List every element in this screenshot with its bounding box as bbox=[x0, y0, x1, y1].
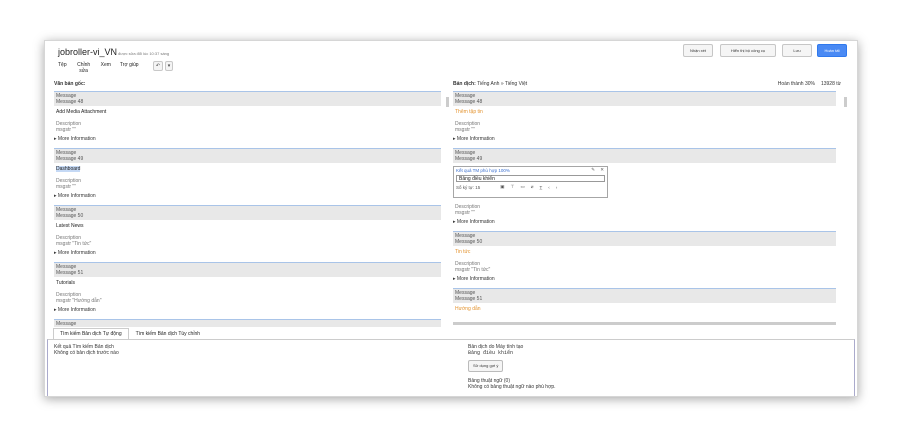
more-info-toggle[interactable]: ▸ More Information bbox=[54, 304, 441, 319]
mt-value: Bảng điều khiển bbox=[468, 350, 514, 356]
translation-text[interactable]: Tin tức bbox=[453, 247, 836, 255]
target-heading-wrap: Bản dịch: Tiếng Anh » Tiếng Việt bbox=[453, 81, 527, 87]
menu-view[interactable]: Xem bbox=[101, 62, 111, 74]
source-scrollbar[interactable] bbox=[446, 97, 449, 107]
machine-translation: Bản dịch do Máy tính tạo Bảng điều khiển… bbox=[468, 344, 556, 390]
message-bar: Message Message 50 bbox=[453, 231, 836, 246]
description: Description msgstr "Hướng dẫn" bbox=[56, 292, 102, 304]
source-text[interactable]: Tutorials bbox=[54, 278, 441, 286]
comment-icon[interactable]: ▣ bbox=[500, 184, 504, 190]
message-bar: Message Message 52 bbox=[54, 319, 441, 327]
tab-auto-search[interactable]: Tìm kiếm Bản dịch Tự động bbox=[53, 328, 129, 339]
description: Description msgstr "Tin tức" bbox=[56, 235, 92, 247]
progress-meta: Hoàn thành 30% 13928 từ bbox=[778, 81, 841, 87]
menu-bar: Tệp Chỉnh sửa Xem Trợ giúp bbox=[58, 62, 139, 74]
language-pair: Tiếng Anh » Tiếng Việt bbox=[477, 81, 528, 87]
target-item-active: Message Message 49 Kết quả TM phù hợp 10… bbox=[453, 148, 836, 231]
document-title[interactable]: jobroller-vi_VN bbox=[58, 47, 117, 57]
message-bar: Message Message 50 bbox=[54, 205, 441, 220]
translation-text[interactable]: Thêm tập tin bbox=[453, 107, 836, 115]
target-item: Message Message 51 Hướng dẫn bbox=[453, 288, 836, 312]
attach-icon[interactable]: ⌀ bbox=[531, 184, 534, 190]
target-item: Message Message 48 Thêm tập tin Descript… bbox=[453, 91, 836, 148]
description: Description msgstr "" bbox=[455, 204, 481, 216]
target-panel[interactable]: Message Message 48 Thêm tập tin Descript… bbox=[453, 91, 836, 327]
prev-icon[interactable]: ‹ bbox=[548, 185, 550, 190]
editor-toolbar: Số ký tự: 15 ▣ ⊤ ▭ ⌀ T̲ ‹ › bbox=[454, 182, 607, 192]
message-bar: Message Message 51 bbox=[54, 262, 441, 277]
finish-button[interactable]: Hoàn tất bbox=[817, 44, 847, 57]
search-tabs: Tìm kiếm Bản dịch Tự động Tìm kiếm Bản d… bbox=[53, 328, 857, 339]
more-info-toggle[interactable]: ▸ More Information bbox=[54, 247, 441, 262]
description: Description msgstr "" bbox=[56, 178, 82, 190]
source-text[interactable]: Latest News bbox=[54, 221, 441, 229]
source-text-selected[interactable]: Dashboard bbox=[54, 164, 441, 172]
target-scrollbar[interactable] bbox=[844, 97, 847, 107]
use-suggestion-button[interactable]: Sử dụng gợi ý bbox=[468, 360, 504, 372]
next-icon[interactable]: › bbox=[556, 185, 558, 190]
target-item: Message Message 50 Tin tức Description m… bbox=[453, 231, 836, 288]
more-info-toggle[interactable]: ▸ More Information bbox=[54, 190, 441, 205]
pin-icon[interactable]: ✎ bbox=[591, 167, 595, 173]
progress-text: Hoàn thành 30% bbox=[777, 81, 815, 87]
saved-note: được sửa đổi lúc 10:37 sáng bbox=[118, 51, 170, 56]
tag-icon[interactable]: ▭ bbox=[520, 184, 524, 190]
char-count: Số ký tự: 15 bbox=[456, 184, 481, 190]
translation-input[interactable]: Bảng điều khiển bbox=[456, 175, 605, 182]
description: Description msgstr "Tin tức" bbox=[455, 261, 491, 273]
filter-icon[interactable]: ⊤ bbox=[511, 184, 515, 190]
search-area: Tìm kiếm Bản dịch Tự động Tìm kiếm Bản d… bbox=[45, 328, 857, 396]
no-prior-text: Không có bản dịch trước nào bbox=[54, 350, 119, 356]
show-toolkit-button[interactable]: Hiển thị bộ công cụ bbox=[720, 44, 776, 57]
tm-match-label: Kết quả TM phù hợp 100% bbox=[456, 168, 510, 173]
comment-button[interactable]: Nhận xét bbox=[683, 44, 713, 57]
source-item: Message Message 49 Dashboard Description… bbox=[54, 148, 441, 205]
source-item: Message Message 52 bbox=[54, 319, 441, 327]
target-heading: Bản dịch: bbox=[453, 81, 476, 87]
message-bar: Message Message 49 bbox=[453, 148, 836, 163]
more-dropdown[interactable]: ▾ bbox=[165, 61, 173, 71]
search-content: Kết quả Tìm kiếm Bản dịch Không có bản d… bbox=[47, 339, 855, 396]
message-bar: Message Message 51 bbox=[453, 288, 836, 303]
source-panel[interactable]: Message Message 48 Add Media Attachment … bbox=[54, 91, 441, 327]
source-item: Message Message 48 Add Media Attachment … bbox=[54, 91, 441, 148]
menu-file[interactable]: Tệp bbox=[58, 62, 67, 74]
app-window: jobroller-vi_VN được sửa đổi lúc 10:37 s… bbox=[44, 40, 858, 397]
app-header: jobroller-vi_VN được sửa đổi lúc 10:37 s… bbox=[45, 41, 857, 79]
translation-text[interactable]: Hướng dẫn bbox=[453, 304, 836, 312]
source-item: Message Message 51 Tutorials Description… bbox=[54, 262, 441, 319]
translation-editor: Kết quả TM phù hợp 100% ✎ ✕ Bảng điều kh… bbox=[453, 166, 608, 198]
menu-edit[interactable]: Chỉnh sửa bbox=[76, 62, 92, 74]
chevron-down-icon: ▾ bbox=[167, 63, 171, 69]
word-count: 13928 từ bbox=[820, 81, 841, 87]
message-bar: Message Message 49 bbox=[54, 148, 441, 163]
undo-button[interactable]: ↶ bbox=[153, 61, 163, 71]
tab-custom-search[interactable]: Tìm kiếm Bản dịch Tùy chỉnh bbox=[129, 328, 207, 339]
description: Description msgstr "" bbox=[455, 121, 481, 133]
save-button[interactable]: Lưu bbox=[782, 44, 812, 57]
horizontal-scrollbar[interactable] bbox=[453, 322, 836, 325]
undo-icon: ↶ bbox=[155, 63, 161, 69]
source-item: Message Message 50 Latest News Descripti… bbox=[54, 205, 441, 262]
editor-header: Kết quả TM phù hợp 100% ✎ ✕ bbox=[454, 167, 607, 175]
clear-format-icon[interactable]: T̲ bbox=[539, 185, 542, 190]
more-info-toggle[interactable]: ▸ More Information bbox=[54, 133, 441, 148]
search-results: Kết quả Tìm kiếm Bản dịch Không có bản d… bbox=[54, 344, 119, 356]
more-info-toggle[interactable]: ▸ More Information bbox=[453, 216, 836, 231]
description: Description msgstr "" bbox=[56, 121, 82, 133]
source-heading: Văn bản gốc: bbox=[54, 81, 86, 87]
source-text[interactable]: Add Media Attachment bbox=[54, 107, 441, 115]
more-info-toggle[interactable]: ▸ More Information bbox=[453, 133, 836, 148]
glossary-empty: Không có bảng thuật ngữ nào phù hợp. bbox=[468, 384, 556, 390]
close-icon[interactable]: ✕ bbox=[600, 167, 604, 173]
more-info-toggle[interactable]: ▸ More Information bbox=[453, 273, 836, 288]
menu-help[interactable]: Trợ giúp bbox=[120, 62, 139, 74]
message-bar: Message Message 48 bbox=[54, 91, 441, 106]
message-bar: Message Message 48 bbox=[453, 91, 836, 106]
